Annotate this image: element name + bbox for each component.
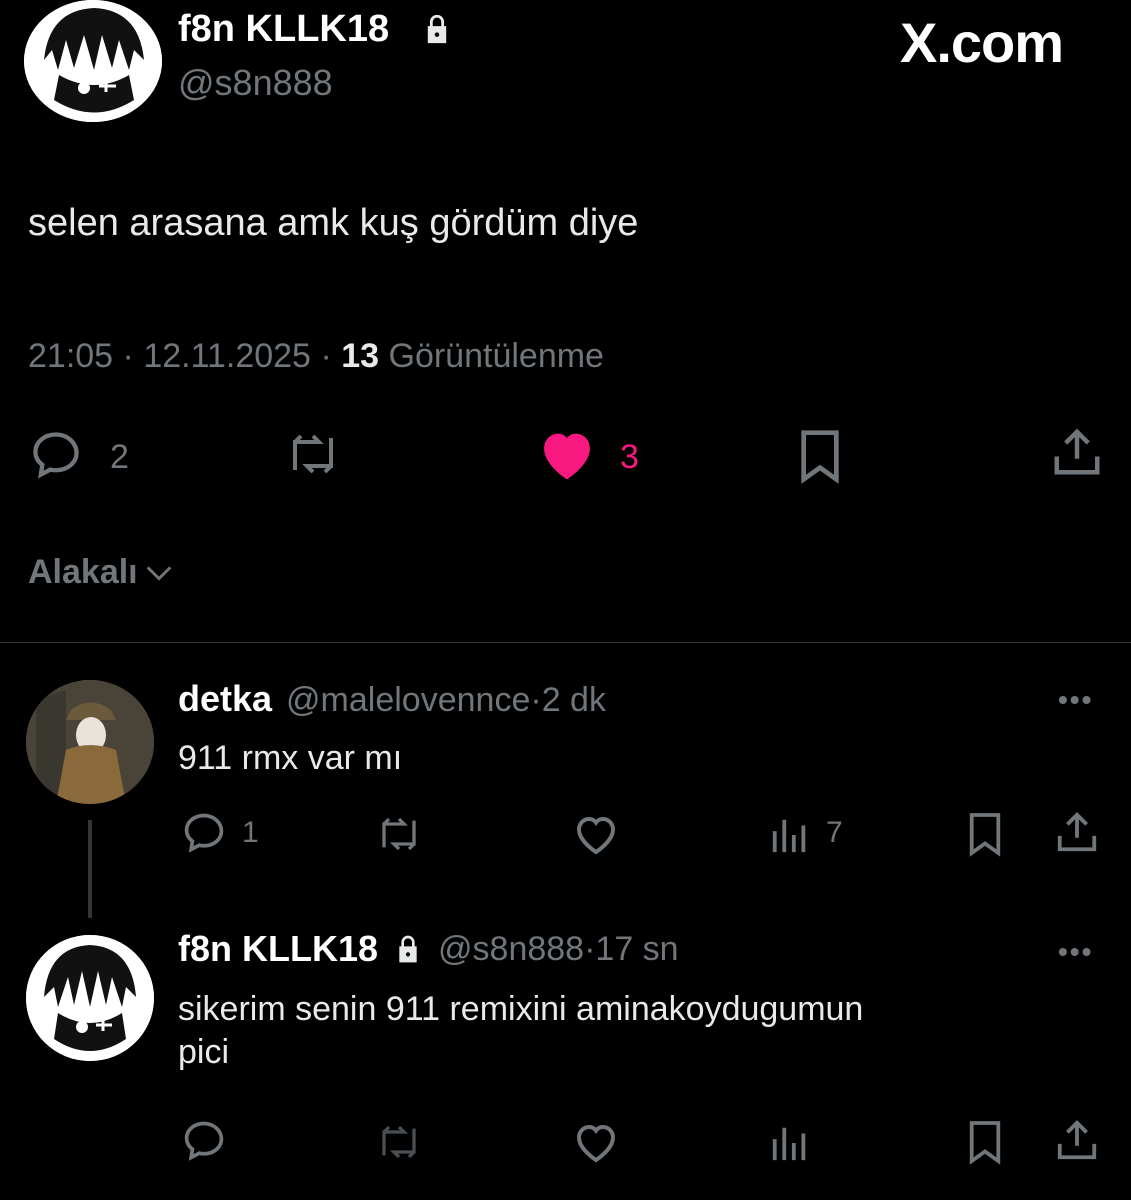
reply-author-name[interactable]: detka <box>178 678 272 720</box>
reply-avatar[interactable] <box>26 935 154 1061</box>
reply-button[interactable] <box>180 1118 228 1162</box>
reply-count: 1 <box>242 816 259 849</box>
author-handle[interactable]: @s8n888 <box>178 62 333 104</box>
retweet-icon <box>382 817 416 851</box>
author-avatar[interactable] <box>24 0 162 122</box>
separator-dot: · <box>320 337 342 375</box>
reply-text: 911 rmx var mı <box>178 739 403 777</box>
separator-dot: · <box>122 337 144 375</box>
retweet-button[interactable] <box>372 814 426 854</box>
bookmark-icon <box>801 430 839 484</box>
retweet-button[interactable] <box>372 1122 426 1162</box>
like-count: 3 <box>620 438 639 476</box>
reply-header: f8n KLLK18 @s8n888 · 17 sn <box>178 928 679 970</box>
like-button[interactable] <box>536 426 598 482</box>
heart-icon <box>576 1124 616 1163</box>
author-name[interactable]: f8n KLLK18 <box>178 8 389 51</box>
more-options-button[interactable]: ••• <box>1058 684 1093 716</box>
reply-button[interactable] <box>180 810 228 854</box>
more-options-button[interactable]: ••• <box>1058 936 1093 968</box>
sort-dropdown[interactable]: Alakalı <box>28 553 176 592</box>
view-count: 7 <box>826 816 843 849</box>
reply-author-handle[interactable]: @s8n888 <box>438 930 584 969</box>
reply-text-line: pici <box>178 1032 230 1071</box>
tweet-text: selen arasana amk kuş gördüm diye <box>28 202 639 244</box>
reply-text-line: sikerim senin 911 remixini aminakoydugum… <box>178 990 864 1028</box>
reply-text: sikerim senin 911 remixini aminakoydugum… <box>178 988 863 1073</box>
share-icon <box>1057 1120 1097 1160</box>
heart-icon <box>576 816 616 855</box>
separator-dot: · <box>584 929 596 968</box>
bookmark-button[interactable] <box>796 428 844 484</box>
heart-filled-icon <box>544 433 590 480</box>
analytics-button[interactable] <box>770 1122 810 1164</box>
views-count: 13 <box>341 337 380 375</box>
retweet-icon <box>382 1125 416 1159</box>
reply-author-name[interactable]: f8n KLLK18 <box>178 928 378 970</box>
lock-icon <box>392 933 424 965</box>
analytics-icon <box>772 1127 806 1161</box>
reply-age[interactable]: 17 sn <box>595 930 678 969</box>
share-icon <box>1057 812 1097 852</box>
divider <box>0 642 1131 643</box>
sort-label: Alakalı <box>28 553 138 591</box>
separator-dot: · <box>530 681 542 719</box>
reply-icon <box>33 432 79 479</box>
views-label: Görüntülenme <box>388 337 604 375</box>
thread-connector <box>88 820 92 918</box>
like-button[interactable] <box>572 812 620 856</box>
bookmark-icon <box>969 1121 1001 1165</box>
reply-count: 2 <box>110 438 129 476</box>
reply-header: detka @malelovennce · 2 dk <box>178 678 606 720</box>
share-button[interactable] <box>1054 1116 1100 1164</box>
like-button[interactable] <box>572 1120 620 1164</box>
tweet-meta: 21:05 · 12.11.2025 · 13 Görüntülenme <box>28 337 604 376</box>
share-icon <box>1054 428 1100 475</box>
retweet-icon <box>293 434 333 474</box>
share-button[interactable] <box>1050 424 1104 480</box>
bookmark-icon <box>969 813 1001 857</box>
reply-avatar[interactable] <box>26 680 154 804</box>
share-button[interactable] <box>1054 808 1100 856</box>
reply-icon <box>184 813 224 853</box>
reply-author-handle[interactable]: @malelovennce <box>286 681 530 720</box>
bookmark-button[interactable] <box>966 1118 1004 1166</box>
tweet-date[interactable]: 12.11.2025 <box>143 337 311 375</box>
brand-logo: X.com <box>900 11 1064 74</box>
reply-age[interactable]: 2 dk <box>542 681 606 720</box>
reply-button[interactable] <box>28 428 84 480</box>
tweet-time[interactable]: 21:05 <box>28 337 113 375</box>
chevron-down-icon <box>146 565 171 581</box>
analytics-icon <box>772 819 806 853</box>
bookmark-button[interactable] <box>966 810 1004 858</box>
lock-icon <box>420 12 454 46</box>
retweet-button[interactable] <box>282 430 344 478</box>
reply-icon <box>184 1121 224 1161</box>
analytics-button[interactable] <box>770 814 810 856</box>
